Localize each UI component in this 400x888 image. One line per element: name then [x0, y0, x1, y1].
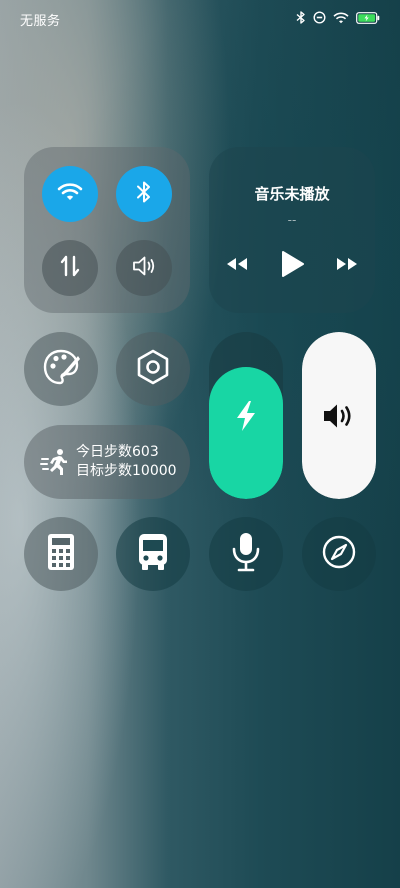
do-not-disturb-icon — [313, 11, 326, 24]
compass-icon — [321, 534, 357, 574]
settings-button[interactable] — [116, 332, 190, 406]
calculator-icon — [45, 532, 77, 576]
calculator-button[interactable] — [24, 517, 98, 591]
mobile-data-toggle[interactable] — [42, 240, 98, 296]
steps-today: 今日步数603 — [76, 444, 159, 460]
hexagon-settings-icon — [133, 347, 173, 391]
bluetooth-toggle[interactable] — [116, 166, 172, 222]
battery-charging-icon — [356, 11, 380, 24]
next-icon[interactable] — [334, 255, 360, 277]
music-artist: -- — [287, 213, 297, 227]
flash-icon — [232, 399, 260, 437]
volume-icon — [322, 402, 358, 434]
music-panel[interactable] — [209, 147, 375, 313]
wifi-icon — [333, 12, 349, 24]
voice-button[interactable] — [209, 517, 283, 591]
play-icon[interactable] — [279, 250, 305, 282]
music-title: 音乐未播放 — [254, 185, 330, 203]
wifi-toggle[interactable] — [42, 166, 98, 222]
volume-slider[interactable] — [302, 332, 376, 499]
bluetooth-icon — [296, 11, 306, 24]
carrier-status: 无服务 — [20, 14, 61, 29]
brightness-slider[interactable] — [209, 332, 283, 499]
steps-goal: 目标步数10000 — [76, 463, 177, 479]
bluetooth-icon — [135, 179, 153, 209]
music-controls — [224, 250, 360, 282]
step-counter-text: 今日步数603 目标步数10000 — [76, 443, 177, 481]
wifi-icon — [57, 182, 83, 206]
previous-icon[interactable] — [224, 255, 250, 277]
sound-toggle[interactable] — [116, 240, 172, 296]
speaker-icon — [131, 254, 157, 282]
compass-button[interactable] — [302, 517, 376, 591]
bus-button[interactable] — [116, 517, 190, 591]
data-arrows-icon — [58, 254, 82, 282]
connectivity-panel — [24, 147, 190, 313]
status-icons — [296, 11, 380, 24]
microphone-icon — [230, 531, 262, 577]
running-icon — [40, 447, 70, 481]
palette-icon — [41, 347, 81, 391]
theme-button[interactable] — [24, 332, 98, 406]
bus-icon — [136, 532, 170, 576]
